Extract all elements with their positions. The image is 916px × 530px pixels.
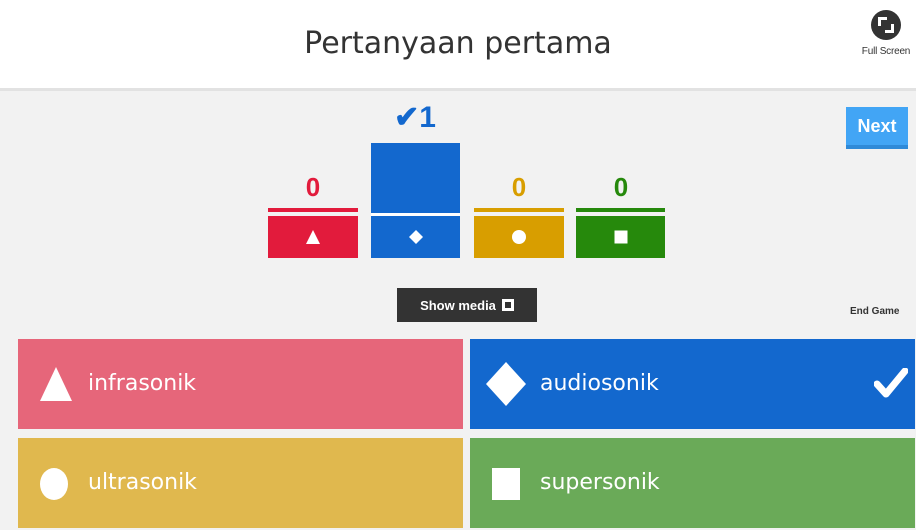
question-title: Pertanyaan pertama xyxy=(304,26,612,61)
diamond-icon xyxy=(486,362,526,406)
count-triangle: 0 xyxy=(305,172,321,202)
next-button[interactable]: Next xyxy=(846,107,908,149)
podium-bar-diamond xyxy=(371,143,460,213)
fullscreen-icon xyxy=(871,10,901,40)
podium-rail-circle xyxy=(474,208,564,212)
answer-diamond[interactable]: audiosonik xyxy=(470,339,915,429)
podium-circle xyxy=(474,216,564,258)
answer-triangle[interactable]: infrasonik xyxy=(18,339,463,429)
circle-icon xyxy=(40,468,68,500)
fullscreen-label: Full Screen xyxy=(861,46,911,57)
podium-triangle xyxy=(268,216,358,258)
podium-rail-triangle xyxy=(268,208,358,212)
triangle-icon xyxy=(306,230,320,244)
count-diamond-value: 1 xyxy=(419,101,436,134)
check-icon: ✔ xyxy=(394,101,420,134)
diamond-icon xyxy=(408,230,423,244)
count-diamond: ✔1 xyxy=(370,100,460,135)
triangle-icon xyxy=(40,367,72,401)
show-media-button[interactable]: Show media xyxy=(397,288,537,322)
answer-label: ultrasonik xyxy=(88,470,197,495)
podium-diamond xyxy=(371,216,460,258)
image-icon xyxy=(501,299,514,311)
answer-circle[interactable]: ultrasonik xyxy=(18,438,463,528)
count-square: 0 xyxy=(613,172,629,202)
answer-label: supersonik xyxy=(540,470,660,495)
square-icon xyxy=(614,230,627,244)
podium-rail-square xyxy=(576,208,665,212)
circle-icon xyxy=(512,230,526,244)
square-icon xyxy=(492,468,520,500)
check-icon xyxy=(874,368,908,398)
answer-label: infrasonik xyxy=(88,371,197,396)
podium-square xyxy=(576,216,665,258)
answer-label: audiosonik xyxy=(540,371,659,396)
header: Pertanyaan pertama Full Screen xyxy=(0,0,916,88)
count-circle: 0 xyxy=(511,172,527,202)
answer-square[interactable]: supersonik xyxy=(470,438,915,528)
end-game-link[interactable]: End Game xyxy=(850,306,899,317)
show-media-label: Show media xyxy=(420,297,496,313)
fullscreen-button[interactable]: Full Screen xyxy=(858,10,914,57)
